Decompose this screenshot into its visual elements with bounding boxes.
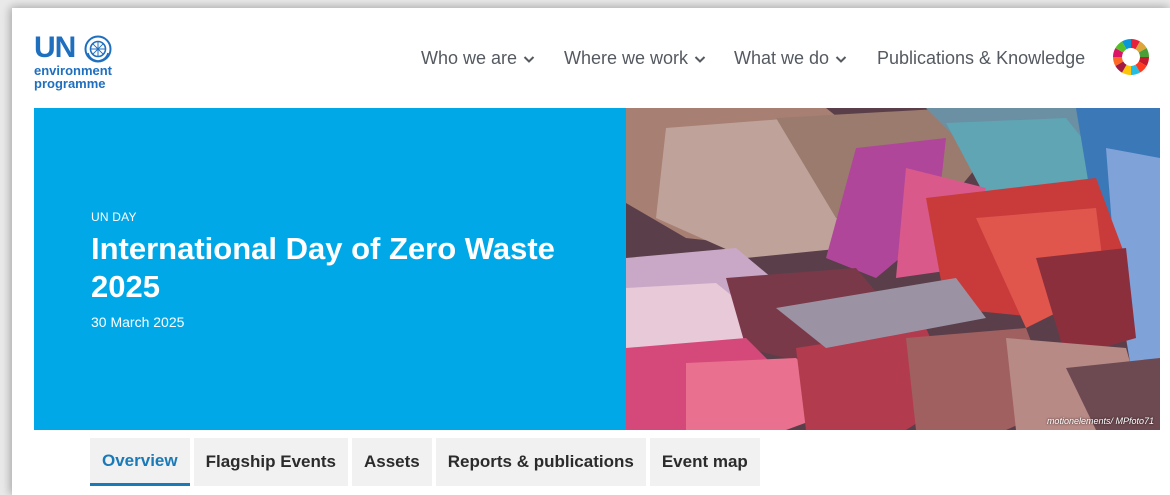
chevron-down-icon <box>835 55 847 63</box>
nav-item-publications-knowledge[interactable]: Publications & Knowledge <box>877 48 1085 69</box>
chevron-down-icon <box>694 55 706 63</box>
tab-assets[interactable]: Assets <box>351 438 432 486</box>
page-tabs: Overview Flagship Events Assets Reports … <box>90 438 760 486</box>
nav-item-label: What we do <box>734 48 830 68</box>
hero-eyebrow: UN DAY <box>91 210 137 224</box>
tab-event-map[interactable]: Event map <box>649 438 760 486</box>
hero-image-leather-scraps: motionelements/ MPfoto71 <box>626 108 1160 430</box>
nav-item-label: Publications & Knowledge <box>877 48 1086 68</box>
main-nav: Who we are Where we work What we do Publ… <box>12 48 1170 72</box>
image-credit: motionelements/ MPfoto71 <box>1046 416 1154 426</box>
browser-frame: UN environment programme Who we are Wher… <box>12 8 1170 495</box>
tab-overview[interactable]: Overview <box>90 438 190 486</box>
hero-date: 30 March 2025 <box>91 314 185 330</box>
logo-line-programme: programme <box>34 76 106 91</box>
leather-scraps-illustration <box>626 108 1160 430</box>
site-header: UN environment programme Who we are Wher… <box>12 8 1170 108</box>
hero-text-panel: UN DAY International Day of Zero Waste 2… <box>34 108 626 430</box>
hero-title: International Day of Zero Waste 2025 <box>91 231 555 304</box>
nav-item-where-we-work[interactable]: Where we work <box>564 48 706 69</box>
tab-reports-publications[interactable]: Reports & publications <box>435 438 646 486</box>
nav-item-who-we-are[interactable]: Who we are <box>421 48 535 69</box>
chevron-down-icon <box>523 55 535 63</box>
tab-flagship-events[interactable]: Flagship Events <box>193 438 348 486</box>
nav-item-label: Where we work <box>564 48 689 68</box>
nav-item-what-we-do[interactable]: What we do <box>734 48 847 69</box>
hero-banner: UN DAY International Day of Zero Waste 2… <box>34 108 1160 430</box>
nav-item-label: Who we are <box>421 48 518 68</box>
sdg-wheel-icon[interactable] <box>1112 38 1150 76</box>
